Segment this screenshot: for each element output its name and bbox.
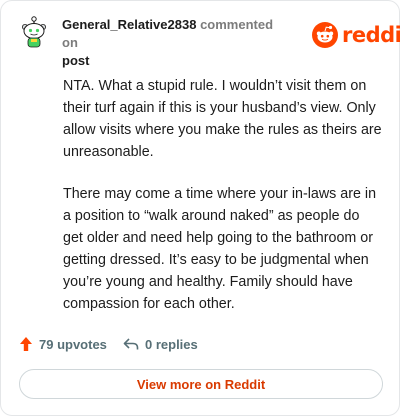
reddit-wordmark: reddit — [342, 23, 400, 47]
replies-label: 0 replies — [145, 336, 198, 352]
upvotes-count[interactable]: 79 upvotes — [19, 332, 107, 356]
post-link[interactable]: post — [62, 52, 290, 70]
reply-arrow-icon — [123, 338, 139, 350]
comment-paragraph: NTA. What a stupid rule. I wouldn’t visi… — [63, 78, 382, 160]
replies-count[interactable]: 0 replies — [123, 332, 198, 356]
reddit-alien-icon — [312, 22, 338, 48]
reddit-brand[interactable]: reddit — [312, 21, 400, 49]
comment-paragraph: There may come a time where your in-laws… — [63, 186, 377, 312]
comment-body: NTA. What a stupid rule. I wouldn’t visi… — [63, 75, 383, 335]
snoo-avatar-icon[interactable] — [19, 15, 49, 49]
upvotes-label: 79 upvotes — [39, 336, 107, 352]
upvote-arrow-icon — [20, 337, 32, 351]
username-link[interactable]: General_Relative2838 — [62, 17, 196, 32]
view-more-button[interactable]: View more on Reddit — [19, 369, 383, 399]
embedded-comment-card: General_Relative2838 commented on post r… — [0, 0, 400, 416]
comment-header: General_Relative2838 commented on post r… — [19, 13, 400, 68]
comment-attribution: General_Relative2838 commented on post — [62, 16, 290, 70]
comment-actions: 79 upvotes 0 replies — [19, 332, 385, 356]
